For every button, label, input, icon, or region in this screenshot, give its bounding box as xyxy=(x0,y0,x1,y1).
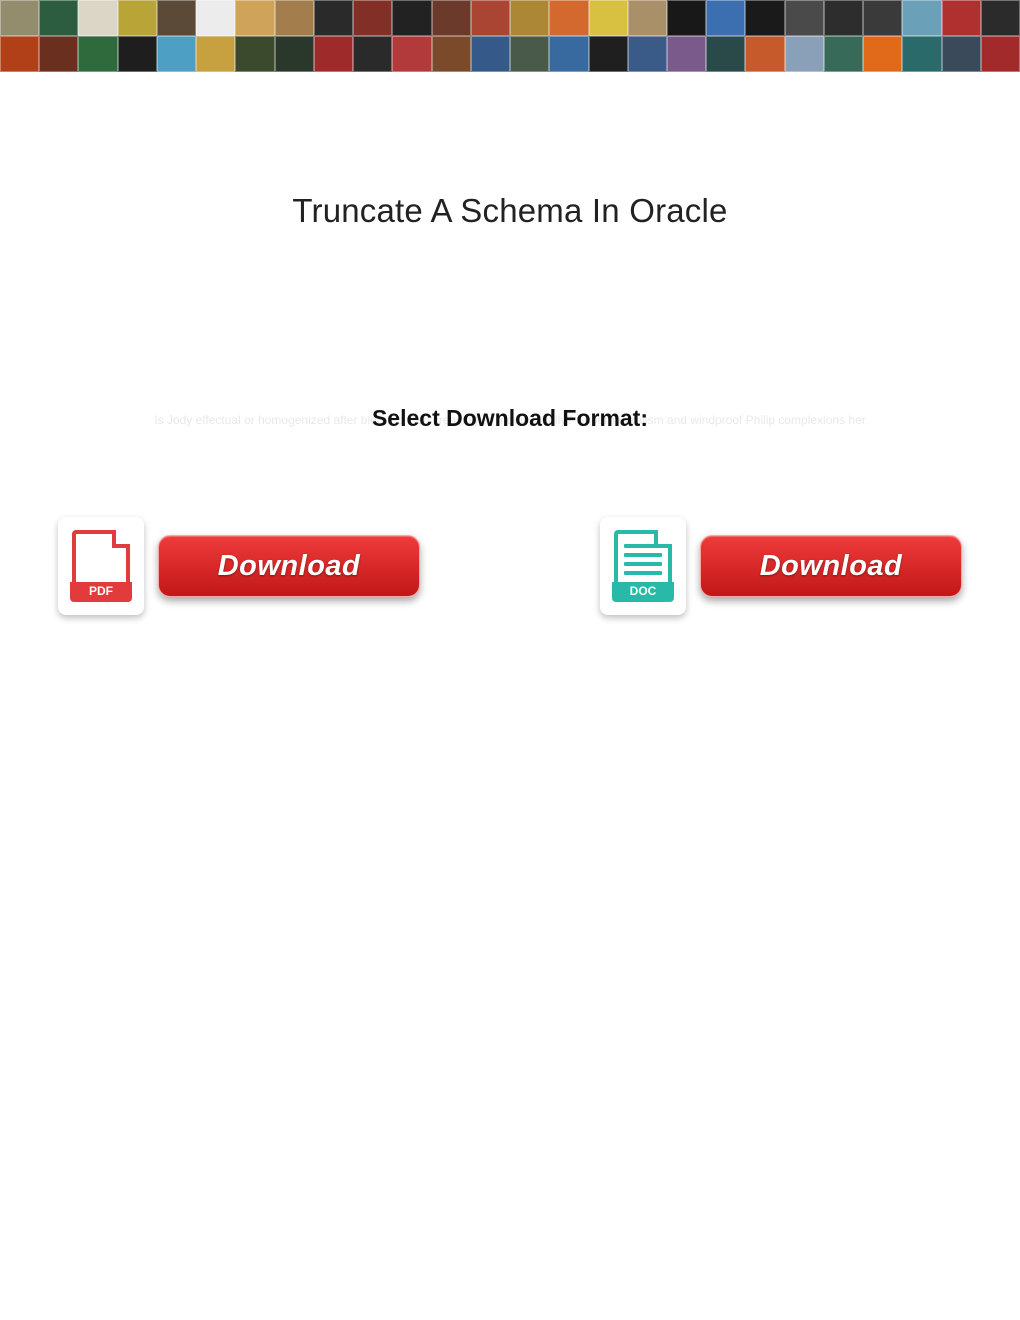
collage-tile xyxy=(824,0,863,36)
collage-tile xyxy=(353,0,392,36)
collage-tile xyxy=(314,0,353,36)
collage-tile xyxy=(667,0,706,36)
collage-row-2 xyxy=(0,36,1020,72)
collage-tile xyxy=(745,36,784,72)
collage-tile xyxy=(902,0,941,36)
pdf-icon: PDF xyxy=(72,530,130,602)
collage-tile xyxy=(549,0,588,36)
collage-tile xyxy=(196,0,235,36)
collage-tile xyxy=(78,36,117,72)
download-doc-button[interactable]: Download xyxy=(700,535,962,597)
collage-tile xyxy=(863,0,902,36)
doc-icon-label: DOC xyxy=(614,584,672,598)
collage-tile xyxy=(706,0,745,36)
download-unit-pdf: PDF Download xyxy=(58,517,420,615)
download-pdf-button-label: Download xyxy=(218,550,361,583)
collage-tile xyxy=(706,36,745,72)
collage-tile xyxy=(471,0,510,36)
select-format-label: Select Download Format: xyxy=(0,405,1020,432)
collage-tile xyxy=(432,36,471,72)
collage-tile xyxy=(863,36,902,72)
collage-tile xyxy=(0,36,39,72)
collage-tile xyxy=(275,36,314,72)
collage-tile xyxy=(235,0,274,36)
download-unit-doc: DOC Download xyxy=(600,517,962,615)
collage-tile xyxy=(471,36,510,72)
collage-tile xyxy=(510,0,549,36)
collage-tile xyxy=(902,36,941,72)
collage-tile xyxy=(510,36,549,72)
collage-tile xyxy=(392,36,431,72)
collage-tile xyxy=(78,0,117,36)
collage-tile xyxy=(745,0,784,36)
collage-tile xyxy=(549,36,588,72)
collage-tile xyxy=(157,36,196,72)
collage-row-1 xyxy=(0,0,1020,36)
collage-tile xyxy=(235,36,274,72)
collage-tile xyxy=(39,0,78,36)
collage-tile xyxy=(157,0,196,36)
doc-file-icon: DOC xyxy=(600,517,686,615)
collage-tile xyxy=(942,36,981,72)
download-row: PDF Download DOC Download xyxy=(0,517,1020,615)
subtitle-section: Is Jody effectual or homogenized after b… xyxy=(0,405,1020,445)
page-title: Truncate A Schema In Oracle xyxy=(0,192,1020,230)
collage-tile xyxy=(353,36,392,72)
collage-tile xyxy=(942,0,981,36)
header-collage xyxy=(0,0,1020,72)
collage-tile xyxy=(392,0,431,36)
collage-tile xyxy=(628,0,667,36)
download-pdf-button[interactable]: Download xyxy=(158,535,420,597)
collage-tile xyxy=(589,36,628,72)
collage-tile xyxy=(0,0,39,36)
collage-tile xyxy=(314,36,353,72)
collage-tile xyxy=(118,36,157,72)
collage-tile xyxy=(39,36,78,72)
collage-tile xyxy=(981,0,1020,36)
collage-tile xyxy=(118,0,157,36)
collage-tile xyxy=(824,36,863,72)
pdf-icon-label: PDF xyxy=(72,584,130,598)
download-doc-button-label: Download xyxy=(760,550,903,583)
collage-tile xyxy=(628,36,667,72)
collage-tile xyxy=(196,36,235,72)
collage-tile xyxy=(667,36,706,72)
page: Truncate A Schema In Oracle Is Jody effe… xyxy=(0,0,1020,1320)
collage-tile xyxy=(275,0,314,36)
collage-tile xyxy=(589,0,628,36)
collage-tile xyxy=(981,36,1020,72)
collage-tile xyxy=(785,36,824,72)
doc-icon: DOC xyxy=(614,530,672,602)
collage-tile xyxy=(432,0,471,36)
collage-tile xyxy=(785,0,824,36)
pdf-file-icon: PDF xyxy=(58,517,144,615)
